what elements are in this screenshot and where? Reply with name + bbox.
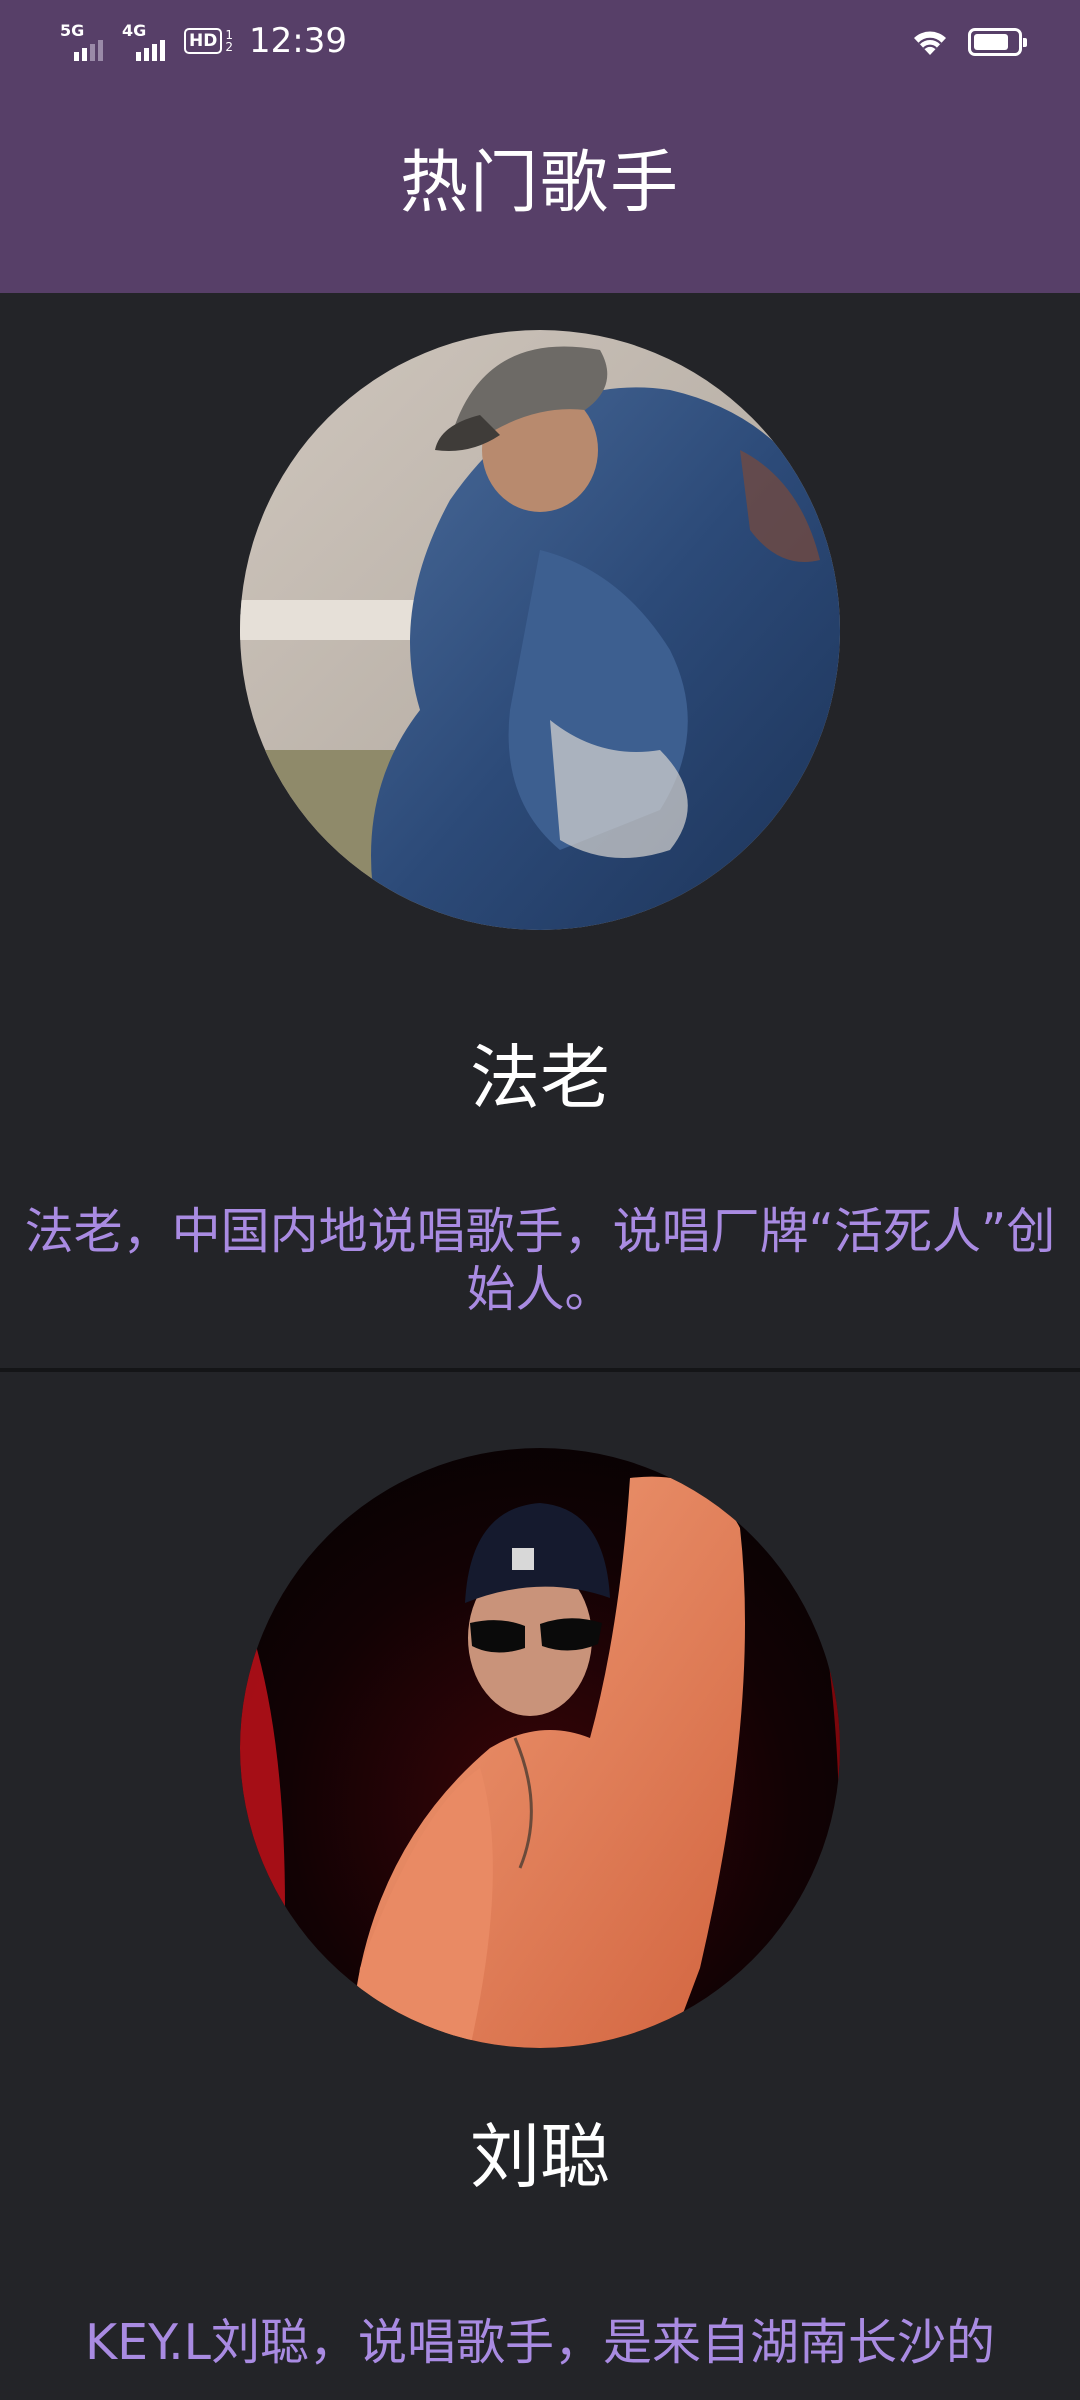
app-bar: 热门歌手 xyxy=(0,82,1080,293)
network-label-5g: 5G xyxy=(60,21,85,40)
hd-sub-2: 2 xyxy=(225,40,233,54)
hd-voice-icon: HD 1 2 xyxy=(184,28,233,54)
singer-card-1[interactable]: 法老 法老，中国内地说唱歌手，说唱厂牌“活死人”创始人。 xyxy=(0,293,1080,1369)
status-time: 12:39 xyxy=(248,21,347,61)
singer-avatar-1[interactable] xyxy=(240,330,840,930)
singer-description-1: 法老，中国内地说唱歌手，说唱厂牌“活死人”创始人。 xyxy=(24,1203,1056,1318)
status-right xyxy=(912,22,1027,62)
signal-4g-icon: 4G xyxy=(122,21,170,61)
battery-fill xyxy=(974,34,1008,50)
status-bar: 5G 4G HD 1 2 12:39 xyxy=(0,0,1080,82)
singer-card-2[interactable]: 刘聪 KEY.L刘聪，说唱歌手，是来自湖南长沙的 xyxy=(0,1372,1080,2400)
wifi-icon xyxy=(914,31,946,55)
status-left: 5G 4G HD 1 2 12:39 xyxy=(60,18,347,64)
singer-avatar-2[interactable] xyxy=(240,1448,840,2048)
singer-name-1: 法老 xyxy=(470,1037,610,1119)
page-title: 热门歌手 xyxy=(399,144,680,223)
battery-icon xyxy=(968,28,1027,56)
singer-name-2: 刘聪 xyxy=(470,2116,610,2198)
signal-5g-icon: 5G xyxy=(60,21,108,61)
network-label-4g: 4G xyxy=(122,21,147,40)
hd-label: HD xyxy=(184,28,223,54)
singer-description-2: KEY.L刘聪，说唱歌手，是来自湖南长沙的 xyxy=(85,2314,995,2371)
